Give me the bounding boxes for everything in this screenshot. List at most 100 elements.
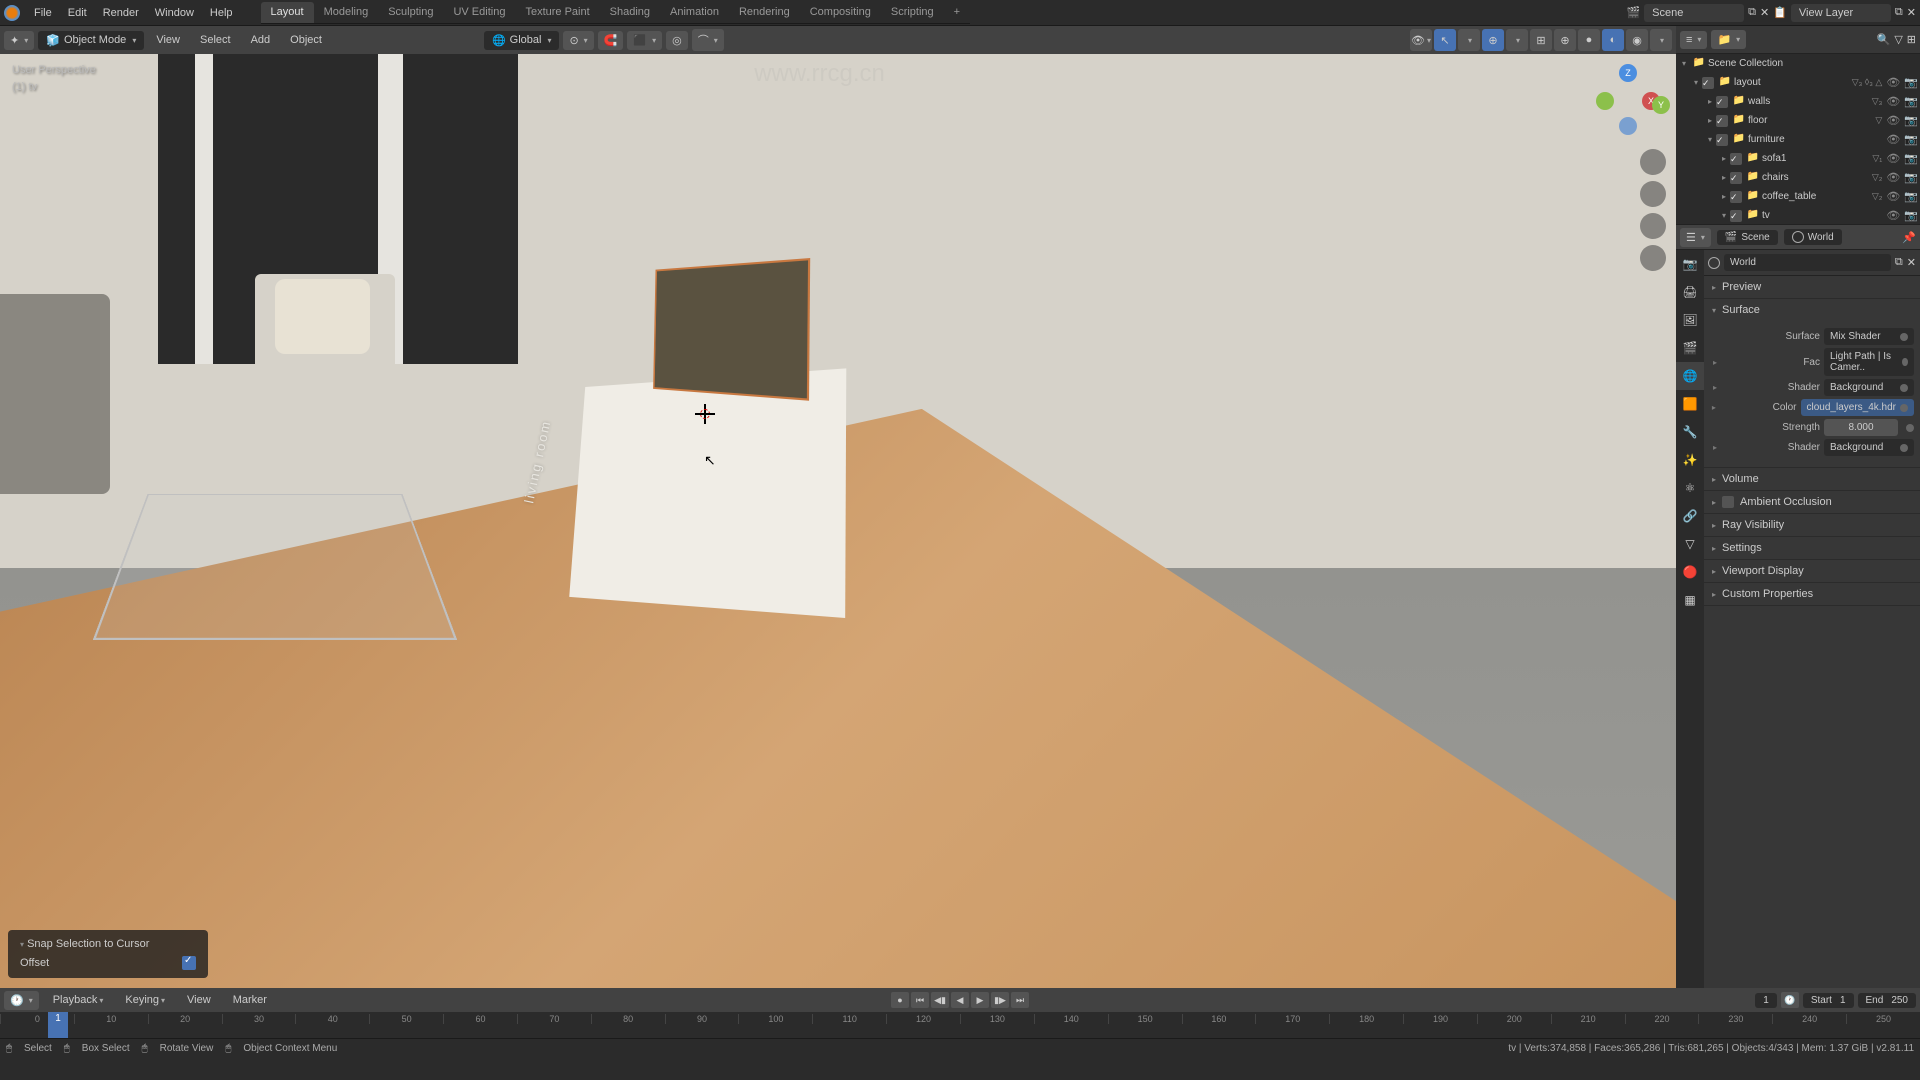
disable-render-icon[interactable]: 📷 (1904, 114, 1918, 127)
context-world[interactable]: World (1784, 229, 1842, 245)
end-frame-field[interactable]: End250 (1858, 993, 1916, 1008)
hide-viewport-icon[interactable]: 👁 (1886, 114, 1900, 127)
expand-toggle-icon[interactable]: ▸ (1704, 116, 1716, 125)
new-world-icon[interactable]: ⧉ (1895, 256, 1903, 269)
filter-icon[interactable]: ▽ (1894, 33, 1902, 46)
shading-material[interactable]: ◐ (1602, 29, 1624, 51)
outliner-item-sofa1[interactable]: ▸📁sofa1▽₁👁📷 (1676, 149, 1920, 168)
panel-settings[interactable]: ▸Settings (1704, 537, 1920, 559)
panel-viewport-display[interactable]: ▸Viewport Display (1704, 560, 1920, 582)
outliner-tree[interactable]: ▾ 📁 Scene Collection ▾📁layout▽₃ ◊₃ △👁📷▸📁… (1676, 54, 1920, 224)
outliner-item-furniture[interactable]: ▾📁furniture👁📷 (1676, 130, 1920, 149)
offset-checkbox[interactable] (182, 956, 196, 970)
copy-scene-icon[interactable]: ⧉ (1748, 6, 1756, 19)
menu-help[interactable]: Help (202, 3, 241, 23)
disable-render-icon[interactable]: 📷 (1904, 95, 1918, 108)
prop-tab-viewlayer[interactable]: 🖼 (1676, 306, 1704, 334)
fac-value[interactable]: Light Path | Is Camer.. (1824, 348, 1914, 376)
panel-custom-properties[interactable]: ▸Custom Properties (1704, 583, 1920, 605)
timeline-editor-selector[interactable]: 🕐▾ (4, 991, 39, 1010)
tab-shading[interactable]: Shading (600, 2, 660, 23)
gizmo-toggle[interactable]: ↖ (1434, 29, 1456, 51)
shader1-selector[interactable]: Background (1824, 379, 1914, 396)
disable-render-icon[interactable]: 📷 (1904, 76, 1918, 89)
shading-rendered[interactable]: ◉ (1626, 29, 1648, 51)
outliner-item-coffee_table[interactable]: ▸📁coffee_table▽₂👁📷 (1676, 187, 1920, 206)
delete-scene-icon[interactable]: ✕ (1760, 6, 1769, 19)
pivot-selector[interactable]: ⊙▾ (563, 31, 593, 50)
tab-rendering[interactable]: Rendering (729, 2, 800, 23)
properties-editor-selector[interactable]: ☰▾ (1680, 228, 1711, 247)
prop-tab-world[interactable]: 🌐 (1676, 362, 1704, 390)
next-key-button[interactable]: ▮▶ (991, 992, 1009, 1008)
proportional-options[interactable]: ⌒▾ (692, 29, 724, 51)
jump-end-button[interactable]: ⏭ (1011, 992, 1029, 1008)
panel-volume[interactable]: ▸Volume (1704, 468, 1920, 490)
tab-uv-editing[interactable]: UV Editing (443, 2, 515, 23)
preview-range-toggle[interactable]: 🕐 (1781, 992, 1799, 1008)
disable-render-icon[interactable]: 📷 (1904, 152, 1918, 165)
scene-selector[interactable]: Scene (1644, 4, 1744, 22)
prop-tab-particles[interactable]: ✨ (1676, 446, 1704, 474)
menu-render[interactable]: Render (95, 3, 147, 23)
include-checkbox[interactable] (1716, 134, 1728, 146)
panel-ao[interactable]: ▸Ambient Occlusion (1704, 491, 1920, 513)
mode-selector[interactable]: 🧊Object Mode▾ (38, 31, 144, 50)
menu-window[interactable]: Window (147, 3, 202, 23)
snap-toggle[interactable]: 🧲 (598, 31, 624, 50)
prev-key-button[interactable]: ◀▮ (931, 992, 949, 1008)
prop-tab-object[interactable]: 🟧 (1676, 390, 1704, 418)
include-checkbox[interactable] (1730, 210, 1742, 222)
play-reverse-button[interactable]: ◀ (951, 992, 969, 1008)
overlay-options[interactable]: ▾ (1506, 29, 1528, 51)
panel-surface[interactable]: ▾Surface (1704, 299, 1920, 321)
outliner-editor-selector[interactable]: ≡▾ (1680, 31, 1707, 49)
timeline-menu-keying[interactable]: Keying▾ (117, 990, 173, 1010)
tab-modeling[interactable]: Modeling (314, 2, 379, 23)
prop-tab-modifiers[interactable]: 🔧 (1676, 418, 1704, 446)
prop-tab-data[interactable]: ▽ (1676, 530, 1704, 558)
tab-texture-paint[interactable]: Texture Paint (515, 2, 599, 23)
tab-add[interactable]: + (944, 2, 970, 23)
timeline-menu-view[interactable]: View (179, 990, 219, 1010)
tab-layout[interactable]: Layout (261, 2, 314, 23)
expand-toggle-icon[interactable]: ▸ (1718, 173, 1730, 182)
axis-z-icon[interactable]: Z (1619, 64, 1637, 82)
visibility-selector[interactable]: 👁▾ (1410, 29, 1432, 51)
prop-tab-scene[interactable]: 🎬 (1676, 334, 1704, 362)
outliner-item-floor[interactable]: ▸📁floor▽👁📷 (1676, 111, 1920, 130)
shading-wireframe[interactable]: ⊕ (1554, 29, 1576, 51)
jump-start-button[interactable]: ⏮ (911, 992, 929, 1008)
camera-view-icon[interactable] (1640, 213, 1666, 239)
world-name-field[interactable]: World (1724, 254, 1891, 271)
disable-render-icon[interactable]: 📷 (1904, 171, 1918, 184)
color-value[interactable]: cloud_layers_4k.hdr (1801, 399, 1915, 416)
prop-tab-render[interactable]: 📷 (1676, 250, 1704, 278)
expand-toggle-icon[interactable]: ▾ (1718, 211, 1730, 220)
copy-viewlayer-icon[interactable]: ⧉ (1895, 6, 1903, 19)
viewport-menu-view[interactable]: View (148, 30, 188, 50)
shader2-selector[interactable]: Background (1824, 439, 1914, 456)
outliner-item-chairs[interactable]: ▸📁chairs▽₂👁📷 (1676, 168, 1920, 187)
ao-checkbox[interactable] (1722, 496, 1734, 508)
navigation-gizmo[interactable]: Z X Y (1588, 62, 1668, 142)
prop-tab-output[interactable]: 🖨 (1676, 278, 1704, 306)
viewport-menu-add[interactable]: Add (243, 30, 279, 50)
tab-scripting[interactable]: Scripting (881, 2, 944, 23)
playhead[interactable]: 1 (48, 1012, 68, 1038)
timeline-ruler[interactable]: 1 01020304050607080901001101201301401501… (0, 1012, 1920, 1038)
pin-icon[interactable]: 📌 (1902, 231, 1916, 244)
prop-tab-constraints[interactable]: 🔗 (1676, 502, 1704, 530)
proportional-toggle[interactable]: ◎ (666, 31, 688, 50)
expand-toggle-icon[interactable]: ▾ (1690, 78, 1702, 87)
pan-icon[interactable] (1640, 181, 1666, 207)
current-frame-field[interactable]: 1 (1755, 993, 1777, 1008)
prop-tab-material[interactable]: 🔴 (1676, 558, 1704, 586)
hide-viewport-icon[interactable]: 👁 (1886, 95, 1900, 108)
expand-toggle-icon[interactable]: ▸ (1718, 192, 1730, 201)
overlay-toggle[interactable]: ⊕ (1482, 29, 1504, 51)
outliner-display-mode[interactable]: 📁▾ (1711, 30, 1746, 49)
include-checkbox[interactable] (1730, 172, 1742, 184)
gizmo-options[interactable]: ▾ (1458, 29, 1480, 51)
ortho-toggle-icon[interactable] (1640, 245, 1666, 271)
